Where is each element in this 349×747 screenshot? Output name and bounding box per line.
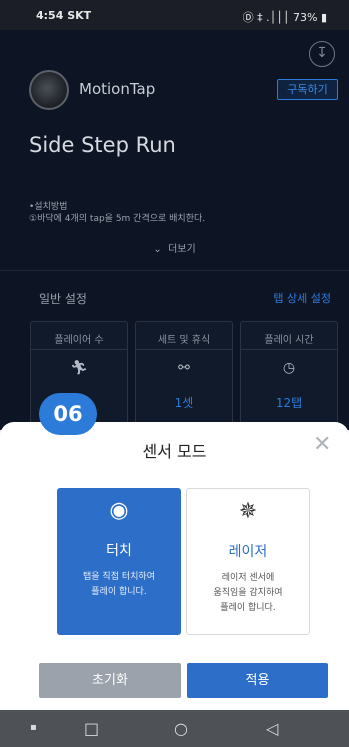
mode-desc-line: 플레이 합니다. — [91, 587, 147, 597]
mode-desc-line: 움직임을 감지하여 — [213, 588, 283, 598]
page-title: Side Step Run — [29, 133, 176, 157]
card-divider — [31, 349, 127, 350]
brand-name: MotionTap — [79, 80, 156, 98]
card-label: 플레이어 수 — [54, 335, 104, 346]
chevron-down-icon: ⌄ — [153, 244, 162, 255]
settings-title: 일반 설정 — [39, 292, 87, 306]
mode-option-laser[interactable]: ✵ 레이저 레이저 센서에 움직임을 감지하여 플레이 합니다. — [186, 488, 310, 635]
mode-description: 탭을 직접 터치하여 플레이 합니다. — [57, 570, 181, 600]
more-toggle[interactable]: ⌄ 더보기 — [0, 240, 349, 255]
play-time-card[interactable]: 플레이 시간 ◷ 12탭 — [240, 321, 338, 426]
divider — [0, 270, 349, 271]
card-label: 플레이 시간 — [264, 335, 314, 346]
mode-description: 레이저 센서에 움직임을 감지하여 플레이 합니다. — [187, 571, 309, 616]
card-divider — [241, 349, 337, 350]
link-icon: ⚯ — [178, 360, 190, 376]
set-rest-card[interactable]: 세트 및 휴식 ⚯ 1셋 — [135, 321, 233, 426]
close-icon[interactable]: ✕ — [313, 434, 331, 456]
radio-target-icon: ◉ — [109, 498, 129, 523]
runner-icon: 🏃︎ — [70, 360, 88, 376]
install-step: ①바닥에 4개의 tap을 5m 간격으로 배치한다. — [29, 214, 206, 224]
mode-name: 레이저 — [228, 544, 268, 560]
more-label: 더보기 — [168, 244, 196, 255]
mode-option-touch[interactable]: ◉ 터치 탭을 직접 터치하여 플레이 합니다. — [57, 488, 181, 635]
status-icons: Ⓓ ‡ .│││ 73% ▮ — [242, 11, 327, 24]
magic-wand-icon: ✵ — [238, 499, 258, 524]
tap-detail-settings-link[interactable]: 탭 상세 설정 — [273, 290, 331, 306]
mode-desc-line: 레이저 센서에 — [221, 573, 275, 583]
brand-logo — [29, 70, 69, 110]
recents-icon[interactable]: □ — [84, 719, 99, 738]
card-value: 1셋 — [174, 396, 194, 410]
mode-desc-line: 플레이 합니다. — [220, 603, 276, 613]
mode-desc-line: 탭을 직접 터치하여 — [83, 572, 155, 582]
back-icon[interactable]: ◁ — [266, 719, 278, 738]
status-time: 4:54 — [36, 9, 64, 22]
card-label: 세트 및 휴식 — [157, 335, 211, 346]
subscribe-button[interactable]: 구독하기 — [277, 79, 338, 100]
clock-icon: ◷ — [282, 360, 296, 376]
download-icon[interactable]: ↧ — [309, 41, 335, 67]
card-divider — [136, 349, 232, 350]
status-carrier: SKT — [67, 9, 92, 22]
mode-name: 터치 — [106, 543, 132, 559]
system-nav-bar: ▪ □ ○ ◁ — [0, 710, 349, 747]
reset-button[interactable]: 초기화 — [39, 663, 181, 698]
apply-button[interactable]: 적용 — [187, 663, 328, 698]
status-bar: 4:54 SKT Ⓓ ‡ .│││ 73% ▮ — [0, 0, 349, 30]
sheet-title: 센서 모드 — [142, 442, 207, 461]
step-badge: 06 — [39, 393, 97, 435]
dot-icon: ▪ — [30, 722, 37, 733]
home-icon[interactable]: ○ — [174, 719, 188, 738]
card-value: 12탭 — [275, 396, 303, 410]
